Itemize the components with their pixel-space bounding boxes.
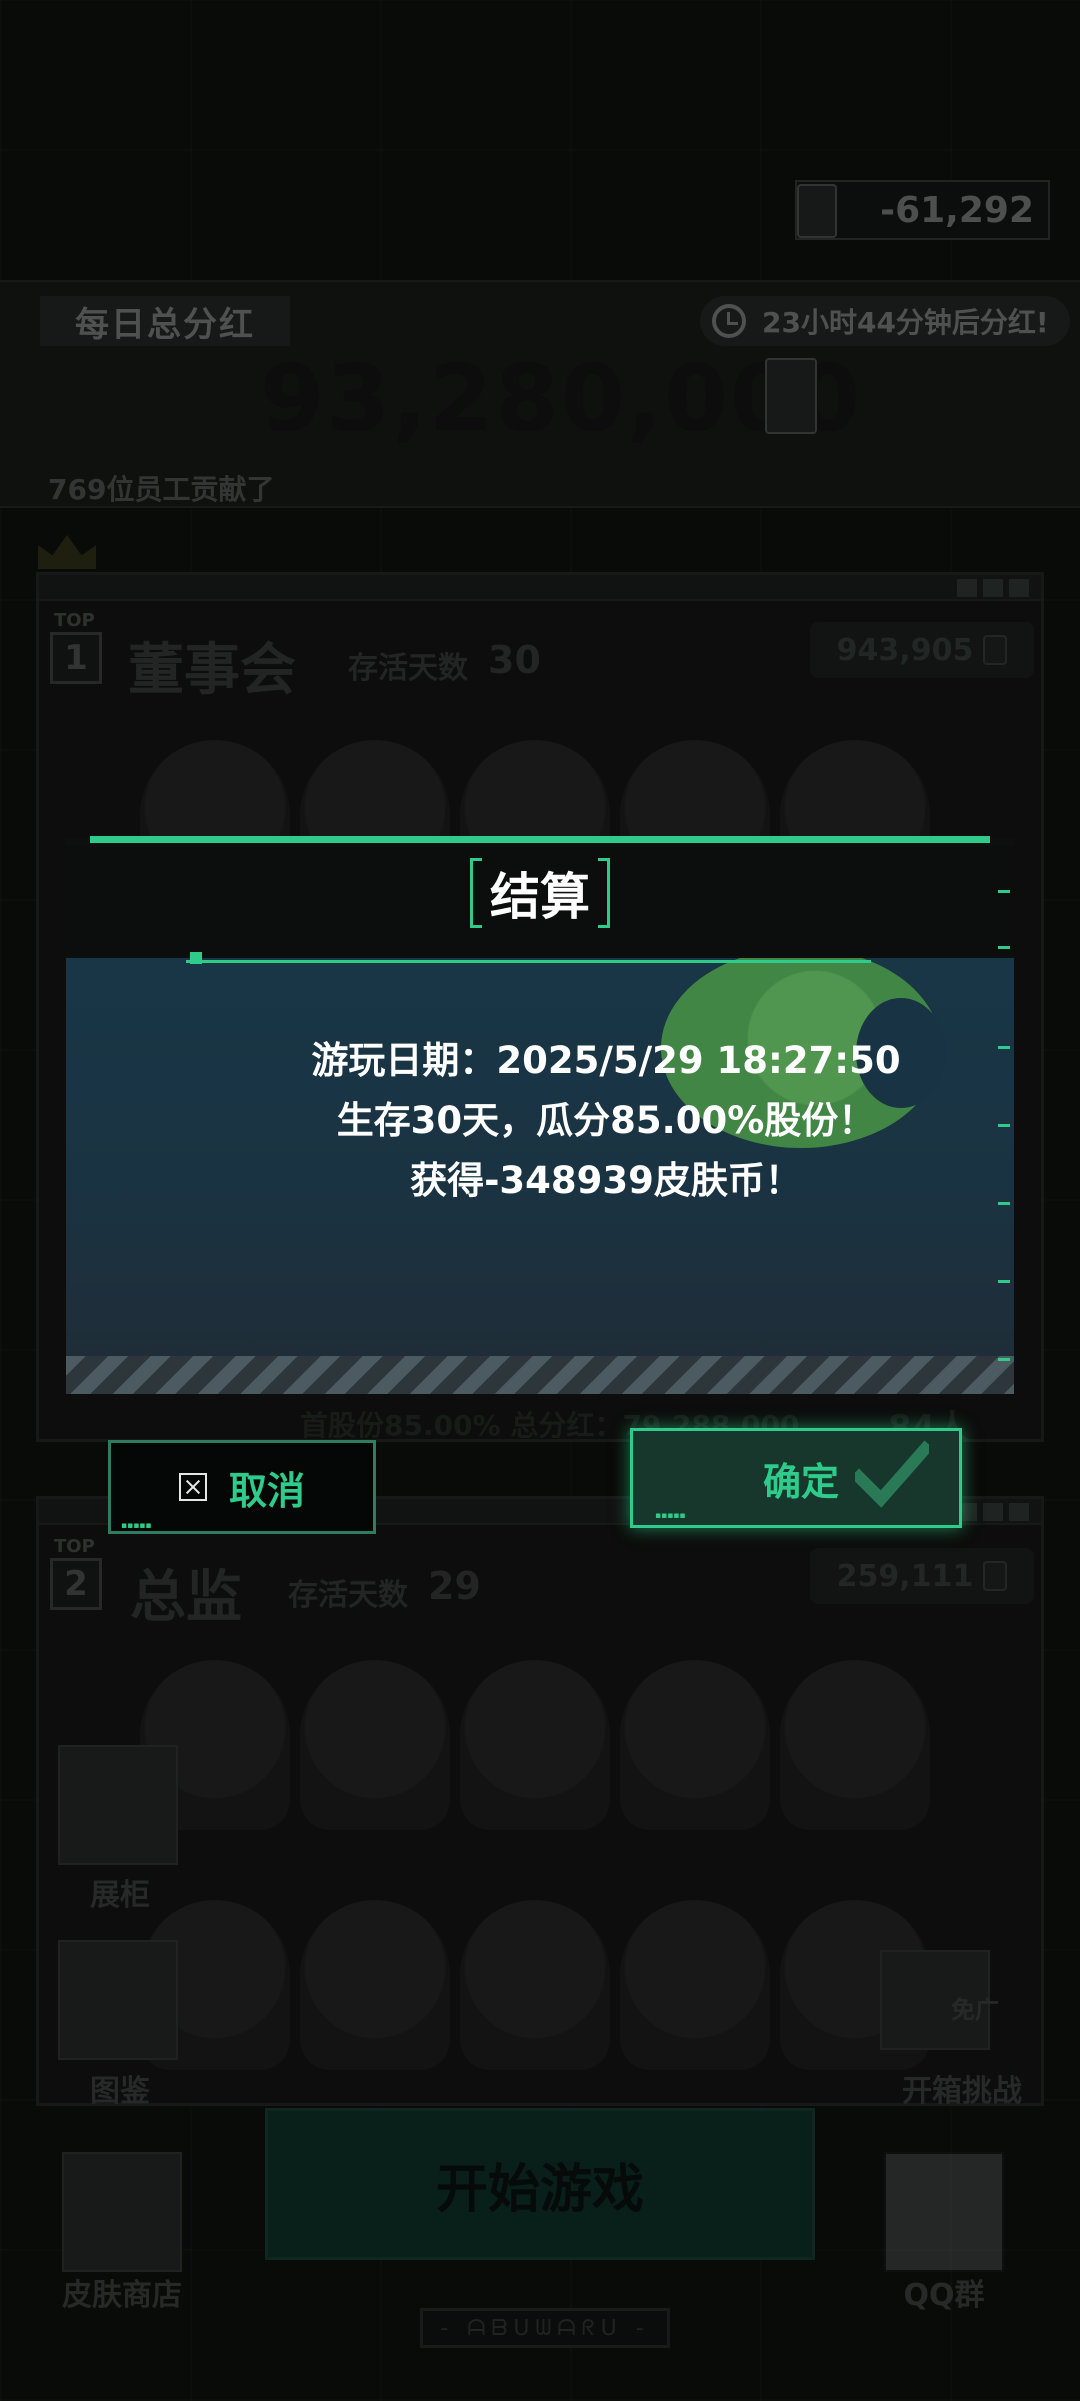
dialog-title: 结算 — [470, 858, 610, 928]
play-date-line: 游玩日期：2025/5/29 18:27:50 — [311, 1039, 901, 1082]
reward-line: 获得-348939皮肤币！ — [410, 1159, 802, 1202]
cancel-icon — [178, 1473, 207, 1501]
dialog-dot — [190, 952, 202, 964]
dialog-top-line — [90, 836, 990, 843]
dialog-title-text: 结算 — [490, 868, 590, 926]
cancel-button[interactable]: 取消 ▪▪▪▪▪ — [108, 1440, 376, 1534]
screen: { "header": {"balance": "-61,292"}, "div… — [0, 0, 1080, 2401]
confirm-label: 确定 — [763, 1459, 840, 1504]
bracket-right — [598, 858, 610, 928]
bracket-left — [470, 858, 482, 928]
hazard-stripes — [66, 1356, 1014, 1394]
check-icon — [855, 1440, 929, 1508]
cancel-label: 取消 — [228, 1468, 305, 1513]
dialog-separator — [186, 960, 871, 963]
survival-line: 生存30天，瓜分85.00%股份！ — [336, 1099, 876, 1142]
confirm-button[interactable]: 确定 ▪▪▪▪▪ — [630, 1428, 962, 1528]
side-ticks — [996, 884, 1010, 1364]
dialog-body: 游玩日期：2025/5/29 18:27:50 生存30天，瓜分85.00%股份… — [66, 958, 1014, 1356]
